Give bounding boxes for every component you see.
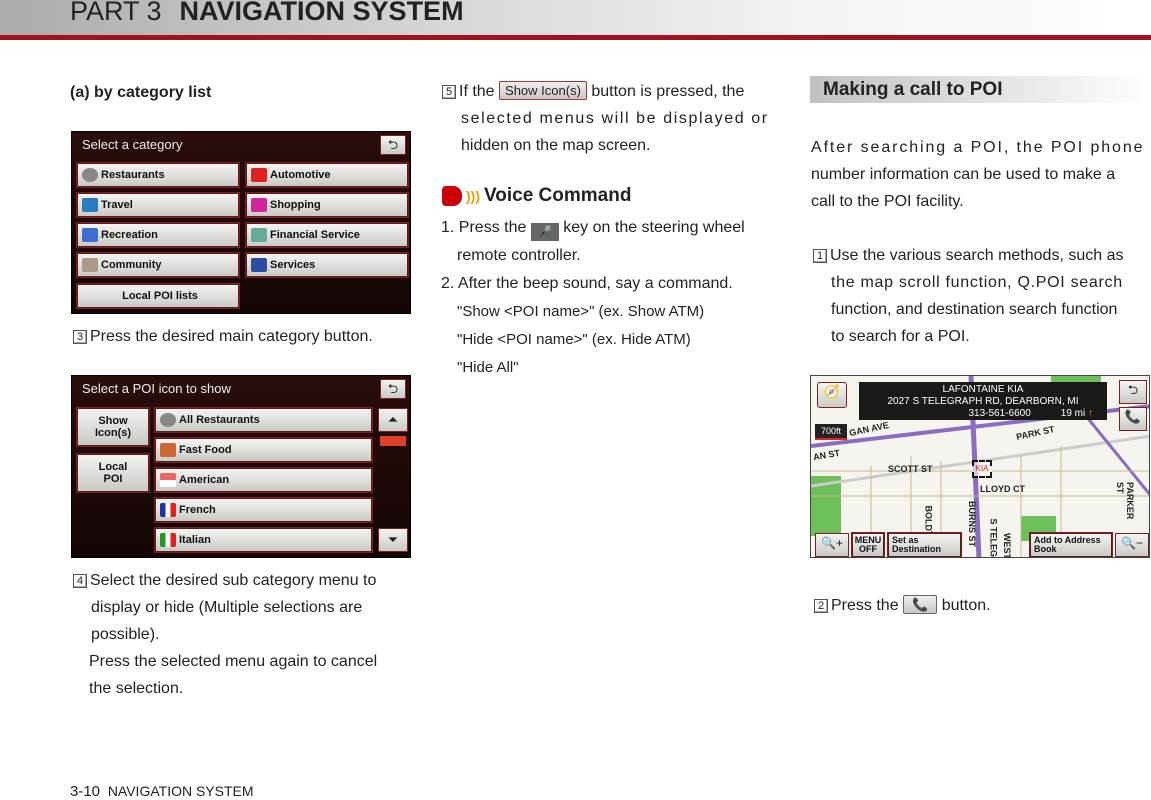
section-title: Making a call to POI: [810, 76, 1151, 103]
screen-title: Select a category: [82, 137, 183, 152]
services-icon: [251, 258, 267, 272]
show-icons-button[interactable]: Show Icon(s): [77, 408, 149, 446]
header-title: PART 3 NAVIGATION SYSTEM: [70, 0, 464, 26]
voice-command-heading: ))) Voice Command: [442, 185, 631, 207]
france-flag-icon: [160, 503, 176, 517]
category-screen: Select a category ⮌ Restaurants Automoti…: [71, 131, 411, 314]
phone-icon: 📞: [903, 595, 938, 614]
shopping-bag-icon: [251, 198, 267, 212]
building-icon: [82, 258, 98, 272]
category-community[interactable]: Community: [77, 253, 239, 277]
poi-cursor-icon[interactable]: KIA: [972, 460, 992, 478]
zoom-in-button[interactable]: 🔍+: [815, 533, 849, 557]
header-rule: [0, 35, 1151, 40]
car-icon: [251, 168, 267, 182]
step-5: 5 If the Show Icon(s) button is pressed, …: [442, 78, 782, 159]
scrollbar-thumb[interactable]: [380, 436, 406, 446]
fork-knife-icon: [82, 168, 98, 182]
scroll-down-icon[interactable]: ⏷: [378, 528, 408, 552]
poi-map-screen[interactable]: 🧭 LAFONTAINE KIA 2027 S TELEGRAPH RD, DE…: [810, 375, 1150, 558]
poi-icon-screen: Select a POI icon to show ⮌ Show Icon(s)…: [71, 375, 411, 558]
step-3: 3 Press the desired main category button.: [73, 323, 373, 350]
zoom-out-button[interactable]: 🔍−: [1115, 533, 1149, 557]
category-shopping[interactable]: Shopping: [246, 193, 408, 217]
screen-title: Select a POI icon to show: [82, 381, 231, 396]
set-as-destination-button[interactable]: Set as Destination: [888, 533, 961, 557]
back-arrow-icon[interactable]: ⮌: [1119, 380, 1147, 404]
sound-waves-icon: ))): [466, 188, 480, 204]
luggage-icon: [82, 198, 98, 212]
poi-item[interactable]: All Restaurants: [155, 408, 372, 432]
burger-icon: [160, 443, 176, 457]
step-1: 1 Use the various search methods, such as…: [813, 242, 1151, 350]
local-poi-button[interactable]: Local POI: [77, 454, 149, 492]
voice-command-steps: 1. Press the 🎤 key on the steering wheel…: [441, 219, 745, 376]
show-icons-inline-button: Show Icon(s): [499, 81, 587, 100]
category-automotive[interactable]: Automotive: [246, 163, 408, 187]
category-services[interactable]: Services: [246, 253, 408, 277]
back-arrow-icon[interactable]: ⮌: [380, 379, 406, 399]
category-travel[interactable]: Travel: [77, 193, 239, 217]
poi-item[interactable]: French: [155, 498, 372, 522]
section-heading: (a) by category list: [70, 84, 212, 101]
step-4: 4 Select the desired sub category menu to…: [73, 567, 411, 702]
fork-knife-icon: [160, 413, 176, 427]
category-financial[interactable]: Financial Service: [246, 223, 408, 247]
italy-flag-icon: [160, 533, 176, 547]
money-icon: [251, 228, 267, 242]
poi-item[interactable]: American: [155, 468, 372, 492]
poi-info-box: LAFONTAINE KIA 2027 S TELEGRAPH RD, DEAR…: [859, 382, 1107, 420]
poi-item[interactable]: Italian: [155, 528, 372, 552]
category-restaurants[interactable]: Restaurants: [77, 163, 239, 187]
phone-call-button[interactable]: 📞: [1119, 407, 1147, 431]
page-header: PART 3 NAVIGATION SYSTEM: [0, 0, 1151, 36]
poi-item[interactable]: Fast Food: [155, 438, 372, 462]
add-to-address-book-button[interactable]: Add to Address Book: [1030, 533, 1112, 557]
voice-key-icon: 🎤: [530, 223, 559, 241]
map-scale: 700ft: [815, 424, 847, 440]
back-arrow-icon[interactable]: ⮌: [380, 135, 406, 155]
category-recreation[interactable]: Recreation: [77, 223, 239, 247]
us-flag-icon: [160, 473, 176, 487]
scroll-up-icon[interactable]: ⏶: [378, 408, 408, 432]
compass-north-icon[interactable]: 🧭: [817, 382, 847, 408]
speaking-head-icon: [442, 186, 462, 206]
person-icon: [82, 228, 98, 242]
page-footer: 3-10 NAVIGATION SYSTEM: [70, 783, 254, 800]
intro-text: After searching a POI, the POI phone num…: [811, 139, 1145, 210]
menu-off-button[interactable]: MENU OFF: [852, 533, 884, 557]
step-2: 2 Press the 📞 button.: [814, 592, 991, 619]
local-poi-lists-button[interactable]: Local POI lists: [77, 284, 239, 308]
direction-arrow-icon: ↑: [1088, 408, 1093, 419]
